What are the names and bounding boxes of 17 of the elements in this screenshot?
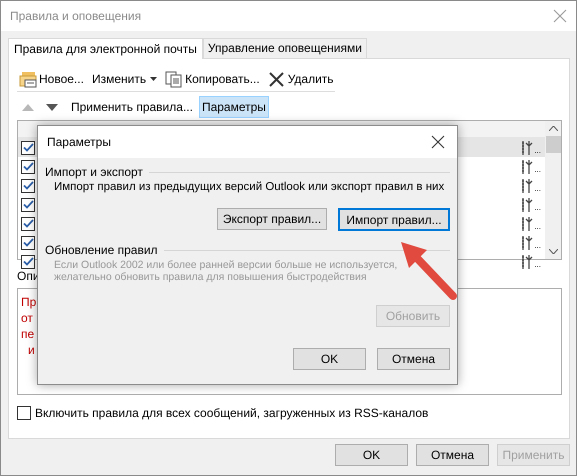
action-cell: ...	[521, 236, 541, 250]
action-cell: ...	[521, 178, 541, 192]
description-text: от	[21, 311, 33, 325]
description-text: и	[28, 343, 35, 357]
description-text: пе	[21, 327, 34, 341]
action-cell: ...	[521, 198, 541, 212]
action-cell: ...	[521, 140, 541, 154]
action-cell: ...	[521, 254, 541, 268]
section-heading: Импорт и экспорт	[45, 165, 143, 179]
dialog-title: Параметры	[47, 135, 111, 149]
section-text: Импорт правил из предыдущих версий Outlook или экспорт правил в них	[53, 181, 446, 193]
action-cell: ...	[521, 160, 541, 174]
window-title: Правила и оповещения	[10, 9, 142, 23]
section-heading: Обновление правил	[45, 243, 158, 257]
section-text: Если Outlook 2002 или более ранней версии больше не используется, желательно обновить правила для повышения быстродействия	[53, 259, 398, 283]
action-cell: ...	[521, 216, 541, 230]
description-text: Пр	[21, 295, 36, 309]
